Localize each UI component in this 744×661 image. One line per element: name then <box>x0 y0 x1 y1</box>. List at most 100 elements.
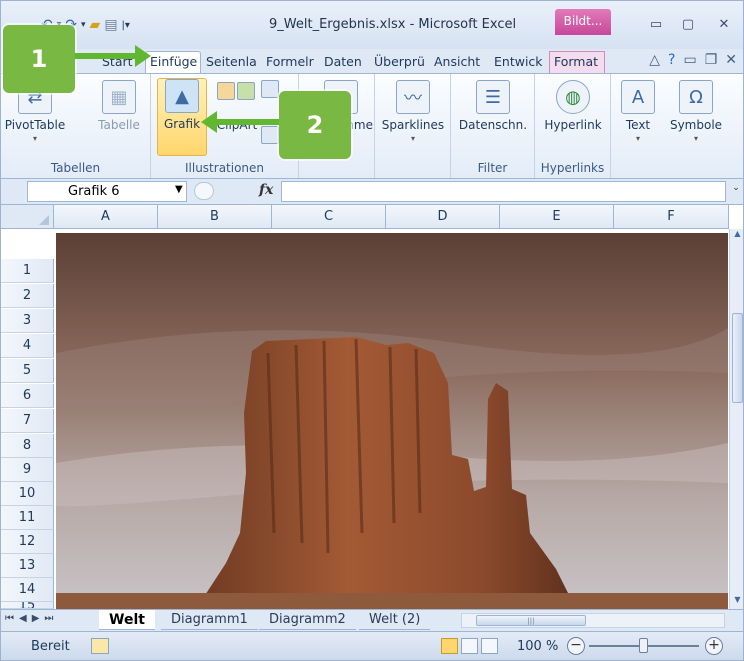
omega-icon: Ω <box>679 80 713 114</box>
dropdown-icon[interactable]: ▾ <box>81 20 86 30</box>
row-header[interactable]: 7 <box>1 409 54 433</box>
zoom-in-icon[interactable]: + <box>705 637 723 655</box>
column-header[interactable]: B <box>158 205 272 229</box>
sheet-tab-diagramm1[interactable]: Diagramm1 <box>161 610 258 630</box>
column-header[interactable]: D <box>386 205 500 229</box>
group-text: A Text ▾ <box>611 74 667 178</box>
doc-minimize-icon[interactable]: ▭ <box>683 52 696 68</box>
worksheet: A B C D E F 1 2 3 4 5 6 7 8 9 10 11 12 1… <box>1 205 743 609</box>
collapse-ribbon-icon[interactable]: △ <box>649 52 660 68</box>
scroll-thumb[interactable] <box>732 313 743 403</box>
row-header[interactable]: 13 <box>1 554 54 578</box>
status-ready: Bereit <box>31 639 70 654</box>
symbole-button[interactable]: Ω Symbole ▾ <box>667 80 725 143</box>
column-header[interactable]: C <box>272 205 386 229</box>
title-bar: ↶ ▾ ↷ ▾ ▰ ▤ |▾ 9_Welt_Ergebnis.xlsx - Mi… <box>1 1 743 49</box>
group-label: Hyperlinks <box>540 161 605 175</box>
tab-einfuegen[interactable]: Einfüge <box>145 51 201 73</box>
maximize-icon[interactable]: ▢ <box>677 17 699 35</box>
text-icon: A <box>621 80 655 114</box>
column-header[interactable]: E <box>500 205 614 229</box>
sheet-tab-welt[interactable]: Welt <box>99 610 155 630</box>
tab-daten[interactable]: Daten <box>319 51 369 73</box>
step-2-arrow <box>201 111 279 133</box>
vertical-scrollbar[interactable]: ▲ ▼ <box>729 229 743 609</box>
tab-seitenlayout[interactable]: Seitenla <box>201 51 261 73</box>
column-header[interactable]: F <box>614 205 729 229</box>
smartart-icon[interactable] <box>261 80 279 98</box>
close-icon[interactable]: ✕ <box>713 17 735 35</box>
macro-record-icon[interactable] <box>91 638 109 654</box>
group-label: Tabellen <box>50 161 101 175</box>
row-header[interactable]: 14 <box>1 578 54 602</box>
screenshot-icon[interactable] <box>261 126 279 144</box>
row-header[interactable]: 11 <box>1 506 54 530</box>
row-header[interactable]: 1 <box>1 259 54 283</box>
row-header[interactable]: 8 <box>1 434 54 458</box>
tab-ansicht[interactable]: Ansicht <box>429 51 489 73</box>
datenschnitt-button[interactable]: ☰ Datenschn. <box>455 80 531 132</box>
row-header[interactable]: 2 <box>1 284 54 308</box>
scroll-up-icon[interactable]: ▲ <box>730 229 743 243</box>
row-header[interactable]: 4 <box>1 334 54 358</box>
open-folder-icon[interactable]: ▰ <box>90 17 101 33</box>
horizontal-scrollbar[interactable]: ||| <box>461 613 725 628</box>
formula-input[interactable] <box>281 181 726 202</box>
dropdown-icon: ▾ <box>693 134 698 143</box>
zoom-slider-thumb[interactable] <box>639 638 648 653</box>
tab-ueberpruefen[interactable]: Überprü <box>369 51 429 73</box>
sheet-tab-diagramm2[interactable]: Diagramm2 <box>259 610 356 630</box>
normal-view-icon[interactable] <box>441 638 458 654</box>
hyperlink-button[interactable]: ◍ Hyperlink <box>539 80 607 132</box>
tab-entwicklertools[interactable]: Entwick <box>489 51 549 73</box>
formula-cancel-icon[interactable] <box>194 182 214 200</box>
grafik-button[interactable]: ▲ Grafik <box>157 78 207 156</box>
zoom-level[interactable]: 100 % <box>517 639 558 654</box>
group-symbole: Ω Symbole ▾ <box>665 74 727 178</box>
tab-format[interactable]: Format <box>549 51 605 73</box>
dropdown-icon: ▾ <box>635 134 640 143</box>
insert-function-icon[interactable]: fx <box>259 182 273 198</box>
sheet-navigation-icons[interactable]: ⏮◀▶⏭ <box>5 613 58 624</box>
tabelle-button[interactable]: ▦ Tabelle <box>91 80 147 132</box>
row-header[interactable]: 15 <box>1 602 54 609</box>
table-icon: ▦ <box>102 80 136 114</box>
row-header[interactable]: 9 <box>1 458 54 482</box>
minimize-icon[interactable]: ▭ <box>645 17 667 35</box>
excel-window: ↶ ▾ ↷ ▾ ▰ ▤ |▾ 9_Welt_Ergebnis.xlsx - Mi… <box>0 0 744 661</box>
formula-bar: Grafik 6 ▼ fx ⌄ <box>1 179 743 205</box>
chevron-down-icon[interactable]: ▼ <box>175 184 183 195</box>
scroll-thumb[interactable]: ||| <box>476 615 586 626</box>
column-header[interactable]: A <box>54 205 158 229</box>
sheet-tab-welt-2[interactable]: Welt (2) <box>359 610 431 630</box>
monument-valley-photo <box>56 233 728 609</box>
print-icon[interactable]: ▤ <box>104 17 117 33</box>
step-badge-1: 1 <box>3 25 75 93</box>
tab-formeln[interactable]: Formelr <box>261 51 319 73</box>
expand-formula-icon[interactable]: ⌄ <box>729 183 743 201</box>
customize-qat-icon[interactable]: |▾ <box>122 20 130 31</box>
row-header[interactable]: 10 <box>1 482 54 506</box>
dropdown-icon: ▾ <box>410 134 415 143</box>
row-header[interactable]: 5 <box>1 359 54 383</box>
scroll-down-icon[interactable]: ▼ <box>730 595 743 609</box>
select-all-corner[interactable] <box>1 205 54 229</box>
row-header[interactable]: 12 <box>1 530 54 554</box>
doc-close-icon[interactable]: ✕ <box>725 52 737 68</box>
help-icon[interactable]: ? <box>668 52 675 68</box>
inserted-picture[interactable] <box>56 233 728 609</box>
group-label: Filter <box>477 161 508 175</box>
doc-restore-icon[interactable]: ❐ <box>705 52 718 68</box>
page-break-view-icon[interactable] <box>481 638 498 654</box>
row-header[interactable]: 3 <box>1 309 54 333</box>
zoom-out-icon[interactable]: − <box>567 637 585 655</box>
text-button[interactable]: A Text ▾ <box>613 80 663 143</box>
sparklines-button[interactable]: 〰 Sparklines ▾ <box>379 80 447 143</box>
name-box[interactable]: Grafik 6 <box>27 181 187 202</box>
row-header[interactable]: 6 <box>1 384 54 408</box>
page-layout-view-icon[interactable] <box>461 638 478 654</box>
group-illustrationen: ▲ Grafik ClipArt Illustrationen <box>151 74 299 178</box>
sparkline-icon: 〰 <box>396 80 430 114</box>
status-bar: Bereit 100 % − + <box>1 631 743 660</box>
contextual-tab-header[interactable]: Bildt... <box>555 9 611 35</box>
